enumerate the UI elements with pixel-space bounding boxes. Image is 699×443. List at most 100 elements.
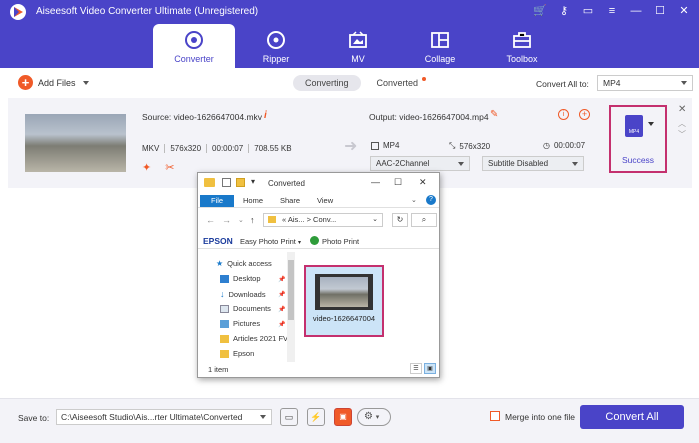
resize-icon: ⤡ — [449, 141, 456, 150]
minimize-icon[interactable]: — — [629, 4, 643, 18]
close-icon[interactable]: ✕ — [677, 4, 691, 18]
video-thumbnail[interactable] — [25, 114, 126, 172]
minimize-icon[interactable]: — — [371, 177, 380, 187]
nav-epson[interactable]: Epson — [220, 349, 254, 358]
audio-select[interactable]: AAC-2Channel — [370, 156, 470, 171]
arrow-right-icon: ➜ — [344, 138, 358, 155]
tab-mv[interactable]: MV — [317, 24, 399, 68]
pin-icon: 📌 — [278, 277, 286, 283]
source-size: 708.55 KB — [254, 144, 292, 153]
refresh-icon[interactable]: ↻ — [392, 213, 408, 227]
source-name: Source: video-1626647004.mkv — [142, 112, 263, 122]
nav-label: Epson — [233, 349, 255, 358]
nav-quick-access[interactable]: ★ Quick access — [216, 259, 272, 268]
nav-desktop[interactable]: Desktop — [220, 274, 261, 283]
nav-label: Pictures — [233, 319, 261, 328]
converting-tab[interactable]: Converting — [293, 75, 361, 91]
search-icon[interactable]: ⌕ — [411, 213, 437, 227]
new-folder-icon[interactable] — [236, 178, 245, 187]
scrollbar-thumb[interactable] — [288, 260, 294, 320]
output-resolution: ⤡ 576x320 — [449, 141, 490, 151]
nav-pictures[interactable]: Pictures — [220, 319, 260, 328]
chevron-down-icon[interactable]: ⌄ — [411, 196, 417, 204]
tiles-view-icon[interactable]: ▣ — [424, 363, 436, 374]
up-icon[interactable]: ↑ — [250, 215, 255, 225]
back-icon[interactable]: ← — [206, 215, 215, 225]
forward-icon[interactable]: → — [222, 215, 231, 225]
close-icon[interactable]: ✕ — [419, 177, 427, 188]
merge-checkbox[interactable] — [490, 411, 500, 421]
convert-all-select[interactable]: MP4 — [597, 75, 693, 91]
help-icon[interactable]: ? — [426, 195, 436, 205]
ribbon-view[interactable]: View — [317, 195, 333, 207]
add-files-label: Add Files — [38, 77, 76, 88]
photo-print[interactable]: Photo Print — [322, 237, 359, 246]
cut-icon[interactable]: ✂ — [165, 161, 174, 174]
easy-photo-print[interactable]: Easy Photo Print ▾ — [240, 237, 301, 246]
chevron-up-icon[interactable]: ︿ — [678, 118, 686, 129]
menu-icon[interactable]: ≡ — [605, 4, 619, 18]
nav-articles[interactable]: Articles 2021 FVC — [220, 334, 293, 343]
edit-icon[interactable]: ✎ — [490, 109, 498, 120]
nav-label: Quick access — [227, 259, 272, 268]
maximize-icon[interactable]: ☐ — [394, 177, 402, 188]
add-files-button[interactable]: + Add Files — [18, 75, 89, 90]
folder-icon — [220, 334, 229, 343]
subtitle-select[interactable]: Subtitle Disabled — [482, 156, 584, 171]
folder-icon — [268, 216, 276, 223]
cart-icon[interactable]: 🛒 — [533, 4, 547, 18]
address-text: « Ais... > Conv... — [282, 215, 337, 224]
output-info-icon[interactable]: i — [558, 109, 569, 120]
convert-all-label: Convert All to: — [536, 79, 589, 89]
maximize-icon[interactable]: ☐ — [653, 4, 667, 18]
customize-icon[interactable]: ▾ — [251, 177, 255, 186]
output-format-label: MP4 — [383, 141, 400, 150]
tab-converter[interactable]: Converter — [153, 24, 235, 68]
ribbon-share[interactable]: Share — [280, 195, 300, 207]
nav-documents[interactable]: Documents — [220, 304, 271, 313]
nav-downloads[interactable]: ↓ Downloads — [220, 289, 266, 299]
remove-icon[interactable]: ✕ — [678, 104, 686, 115]
key-icon[interactable]: ⚷ — [557, 4, 571, 18]
desktop-icon — [220, 274, 229, 283]
status-success: Success — [621, 155, 655, 165]
nav-label: Articles 2021 FVC — [233, 334, 294, 343]
enhance-icon[interactable]: ✦ — [142, 161, 151, 174]
hardware-accel-icon[interactable]: ▣ — [334, 408, 352, 426]
settings-button[interactable]: ⚙ ▾ — [357, 408, 391, 426]
tab-label: Collage — [424, 54, 456, 64]
info-icon[interactable]: i — [264, 110, 267, 121]
open-folder-icon[interactable]: ▭ — [280, 408, 298, 426]
tab-ripper[interactable]: Ripper — [235, 24, 317, 68]
converted-tab[interactable]: Converted — [365, 75, 431, 91]
properties-icon[interactable] — [222, 178, 231, 187]
save-path-select[interactable]: C:\Aiseesoft Studio\Ais...rter Ultimate\… — [56, 409, 272, 425]
format-selector[interactable]: MP4 Success — [609, 105, 667, 173]
recent-icon[interactable]: ⌄ — [238, 216, 244, 224]
convert-all-button[interactable]: Convert All — [580, 405, 684, 429]
video-file-item[interactable]: video-1626647004 — [304, 265, 384, 337]
source-meta: MKV 576x320 00:00:07 708.55 KB — [142, 144, 297, 153]
easy-photo-print-label: Easy Photo Print — [240, 237, 296, 246]
star-icon: ★ — [216, 259, 224, 268]
chevron-down-icon[interactable]: ﹀ — [678, 129, 686, 140]
status-switch: Converting Converted — [293, 75, 430, 91]
folder-icon — [204, 178, 215, 187]
add-output-icon[interactable]: + — [579, 109, 590, 120]
tab-toolbox[interactable]: Toolbox — [481, 24, 563, 68]
film-icon — [371, 141, 379, 150]
convert-all-value: MP4 — [603, 78, 621, 88]
feedback-icon[interactable]: ▭ — [581, 4, 595, 18]
pictures-icon — [220, 319, 229, 328]
ribbon-file[interactable]: File — [200, 195, 234, 207]
converter-icon — [185, 31, 203, 49]
chevron-down-icon[interactable] — [81, 79, 89, 87]
speed-off-icon[interactable]: ⚡ — [307, 408, 325, 426]
tab-collage[interactable]: Collage — [399, 24, 481, 68]
chevron-down-icon — [260, 415, 266, 419]
details-view-icon[interactable]: ☰ — [410, 363, 422, 374]
navigation-pane: ★ Quick access Desktop 📌 ↓ Downloads 📌 Doc… — [198, 250, 296, 362]
nav-scrollbar[interactable] — [287, 252, 295, 362]
ribbon-home[interactable]: Home — [243, 195, 263, 207]
address-bar[interactable]: « Ais... > Conv... ⌄ — [263, 213, 383, 227]
